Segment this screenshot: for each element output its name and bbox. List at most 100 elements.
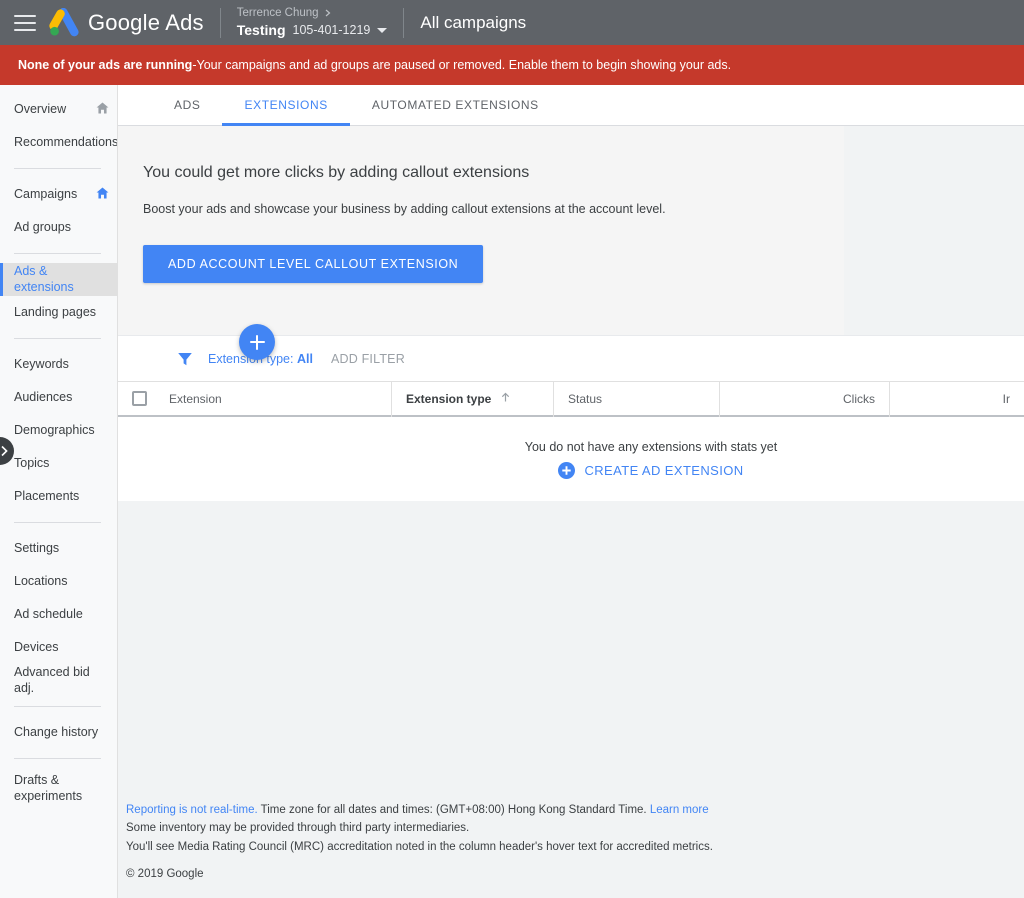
account-name: Testing	[236, 22, 286, 39]
promo-subtitle: Boost your ads and showcase your busines…	[143, 202, 666, 216]
sidebar-item-ads-extensions[interactable]: Ads & extensions	[0, 263, 117, 296]
sidebar-divider	[14, 338, 101, 339]
sidebar-item-keywords[interactable]: Keywords	[0, 348, 117, 381]
reporting-not-realtime-link[interactable]: Reporting is not real-time.	[126, 804, 258, 816]
sidebar-item-ad-groups[interactable]: Ad groups	[0, 211, 117, 244]
extensions-table: Extension Extension type Status Clicks Ir Yo…	[118, 380, 1024, 501]
sidebar-item-label: Ad schedule	[14, 606, 83, 621]
copyright-text: © 2019 Google	[126, 868, 204, 881]
sidebar-item-advanced-bid-adj[interactable]: Advanced bid adj.	[0, 664, 117, 697]
column-header-label: Extension type	[406, 391, 492, 406]
select-all-checkbox[interactable]	[132, 391, 147, 406]
sidebar-item-drafts-experiments[interactable]: Drafts & experiments	[0, 768, 117, 810]
alert-title: None of your ads are running	[18, 58, 193, 72]
empty-state-message: You do not have any extensions with stat…	[524, 439, 778, 454]
tab-automated-extensions[interactable]: AUTOMATED EXTENSIONS	[350, 85, 561, 125]
sidebar-item-locations[interactable]: Locations	[0, 565, 117, 598]
column-header-label: Clicks	[843, 391, 875, 406]
add-filter-button[interactable]: ADD FILTER	[331, 352, 405, 366]
sidebar-item-demographics[interactable]: Demographics	[0, 414, 117, 447]
column-header-status[interactable]: Status	[553, 380, 719, 417]
sidebar-item-label: Landing pages	[14, 304, 97, 319]
sidebar-item-audiences[interactable]: Audiences	[0, 381, 117, 414]
filter-chip-value: All	[296, 351, 313, 366]
promo-zone: You could get more clicks by adding call…	[118, 126, 1024, 335]
sidebar-item-campaigns[interactable]: Campaigns	[0, 178, 117, 211]
sidebar-item-label: Keywords	[14, 356, 69, 371]
sidebar-item-topics[interactable]: Topics	[0, 447, 117, 480]
add-extension-fab[interactable]	[239, 324, 275, 360]
sidebar-item-label: Locations	[14, 573, 68, 588]
sidebar-item-placements[interactable]: Placements	[0, 480, 117, 513]
content-filler	[118, 501, 1024, 793]
plus-circle-icon	[558, 461, 576, 479]
sidebar-item-label: Devices	[14, 639, 59, 654]
column-header-ir[interactable]: Ir	[889, 380, 1024, 417]
sidebar-item-label: Change history	[14, 724, 99, 739]
hamburger-menu-icon[interactable]	[14, 14, 36, 31]
column-header-clicks[interactable]: Clicks	[719, 380, 889, 417]
tab-bar: ADS EXTENSIONS AUTOMATED EXTENSIONS	[118, 85, 1024, 126]
column-header-label: Ir	[1002, 391, 1010, 406]
footer-line-1: Reporting is not real-time. Time zone fo…	[126, 801, 1024, 820]
sidebar-item-label: Topics	[14, 455, 50, 470]
account-owner-name: Terrence Chung	[236, 6, 319, 19]
sidebar-divider	[14, 253, 101, 254]
sidebar-item-label: Campaigns	[14, 186, 78, 201]
sidebar-item-change-history[interactable]: Change history	[0, 716, 117, 749]
home-icon	[96, 187, 109, 199]
footer-timezone-text: Time zone for all dates and times: (GMT+…	[257, 803, 650, 816]
alert-message: Your campaigns and ad groups are paused …	[196, 58, 732, 72]
column-header-extension[interactable]: Extension	[118, 381, 391, 417]
table-empty-state: You do not have any extensions with stat…	[118, 417, 1024, 501]
account-id: 105-401-1219	[292, 22, 371, 37]
column-header-extension-type[interactable]: Extension type	[391, 380, 553, 417]
sidebar-item-label: Overview	[14, 101, 67, 116]
sidebar-item-devices[interactable]: Devices	[0, 631, 117, 664]
brand-name: Google Ads	[88, 9, 204, 35]
callout-promo-card: You could get more clicks by adding call…	[118, 126, 844, 335]
sidebar-item-recommendations[interactable]: Recommendations	[0, 126, 117, 159]
learn-more-link[interactable]: Learn more	[650, 804, 709, 816]
sidebar-item-overview[interactable]: Overview	[0, 93, 117, 126]
chevron-down-icon[interactable]	[377, 27, 388, 33]
home-icon	[96, 102, 109, 114]
promo-title: You could get more clicks by adding call…	[143, 164, 530, 181]
tab-ads[interactable]: ADS	[152, 85, 222, 125]
account-detail-row: Testing 105-401-1219	[237, 22, 388, 38]
funnel-icon[interactable]	[176, 350, 194, 368]
account-selector[interactable]: Terrence Chung Testing 105-401-1219	[237, 7, 388, 38]
body-container: Overview Recommendations Campaigns Ad group…	[0, 85, 1024, 898]
sidebar-divider	[14, 522, 101, 523]
sidebar-item-label: Recommendations	[14, 134, 118, 149]
main-content: ADS EXTENSIONS AUTOMATED EXTENSIONS You co…	[118, 85, 1024, 898]
home-icon	[96, 102, 109, 117]
google-ads-logo[interactable]: Google Ads	[48, 7, 204, 38]
chevron-right-icon	[1, 445, 8, 457]
column-header-label: Status	[568, 391, 603, 406]
sidebar-item-label: Settings	[14, 540, 60, 555]
table-toolbar: Extension type: All ADD FILTER	[118, 324, 1024, 381]
sort-ascending-icon[interactable]	[500, 392, 511, 406]
app-header: Google Ads Terrence Chung Testing 105-40…	[0, 0, 1024, 45]
sidebar-item-label: Drafts & experiments	[14, 773, 83, 803]
sidebar-navigation: Overview Recommendations Campaigns Ad group…	[0, 85, 118, 898]
home-icon	[96, 187, 109, 202]
sidebar-divider	[14, 168, 101, 169]
sidebar-divider	[14, 758, 101, 759]
chevron-right-icon	[325, 9, 331, 17]
tab-extensions[interactable]: EXTENSIONS	[222, 85, 351, 126]
sidebar-item-label: Demographics	[14, 422, 95, 437]
sidebar-item-settings[interactable]: Settings	[0, 532, 117, 565]
sidebar-item-label: Ad groups	[14, 219, 71, 234]
add-account-level-callout-extension-button[interactable]: ADD ACCOUNT LEVEL CALLOUT EXTENSION	[143, 245, 484, 283]
sidebar-item-landing-pages[interactable]: Landing pages	[0, 296, 117, 329]
account-owner-row: Terrence Chung	[237, 7, 388, 20]
sidebar-item-ad-schedule[interactable]: Ad schedule	[0, 598, 117, 631]
column-header-label: Extension	[169, 391, 222, 406]
sidebar-item-label: Ads & extensions	[14, 263, 74, 294]
table-header-row: Extension Extension type Status Clicks Ir	[118, 380, 1024, 417]
footer-line-2: Some inventory may be provided through t…	[126, 822, 470, 835]
create-ad-extension-button[interactable]: CREATE AD EXTENSION	[558, 461, 743, 479]
google-ads-logo-icon	[49, 7, 79, 36]
